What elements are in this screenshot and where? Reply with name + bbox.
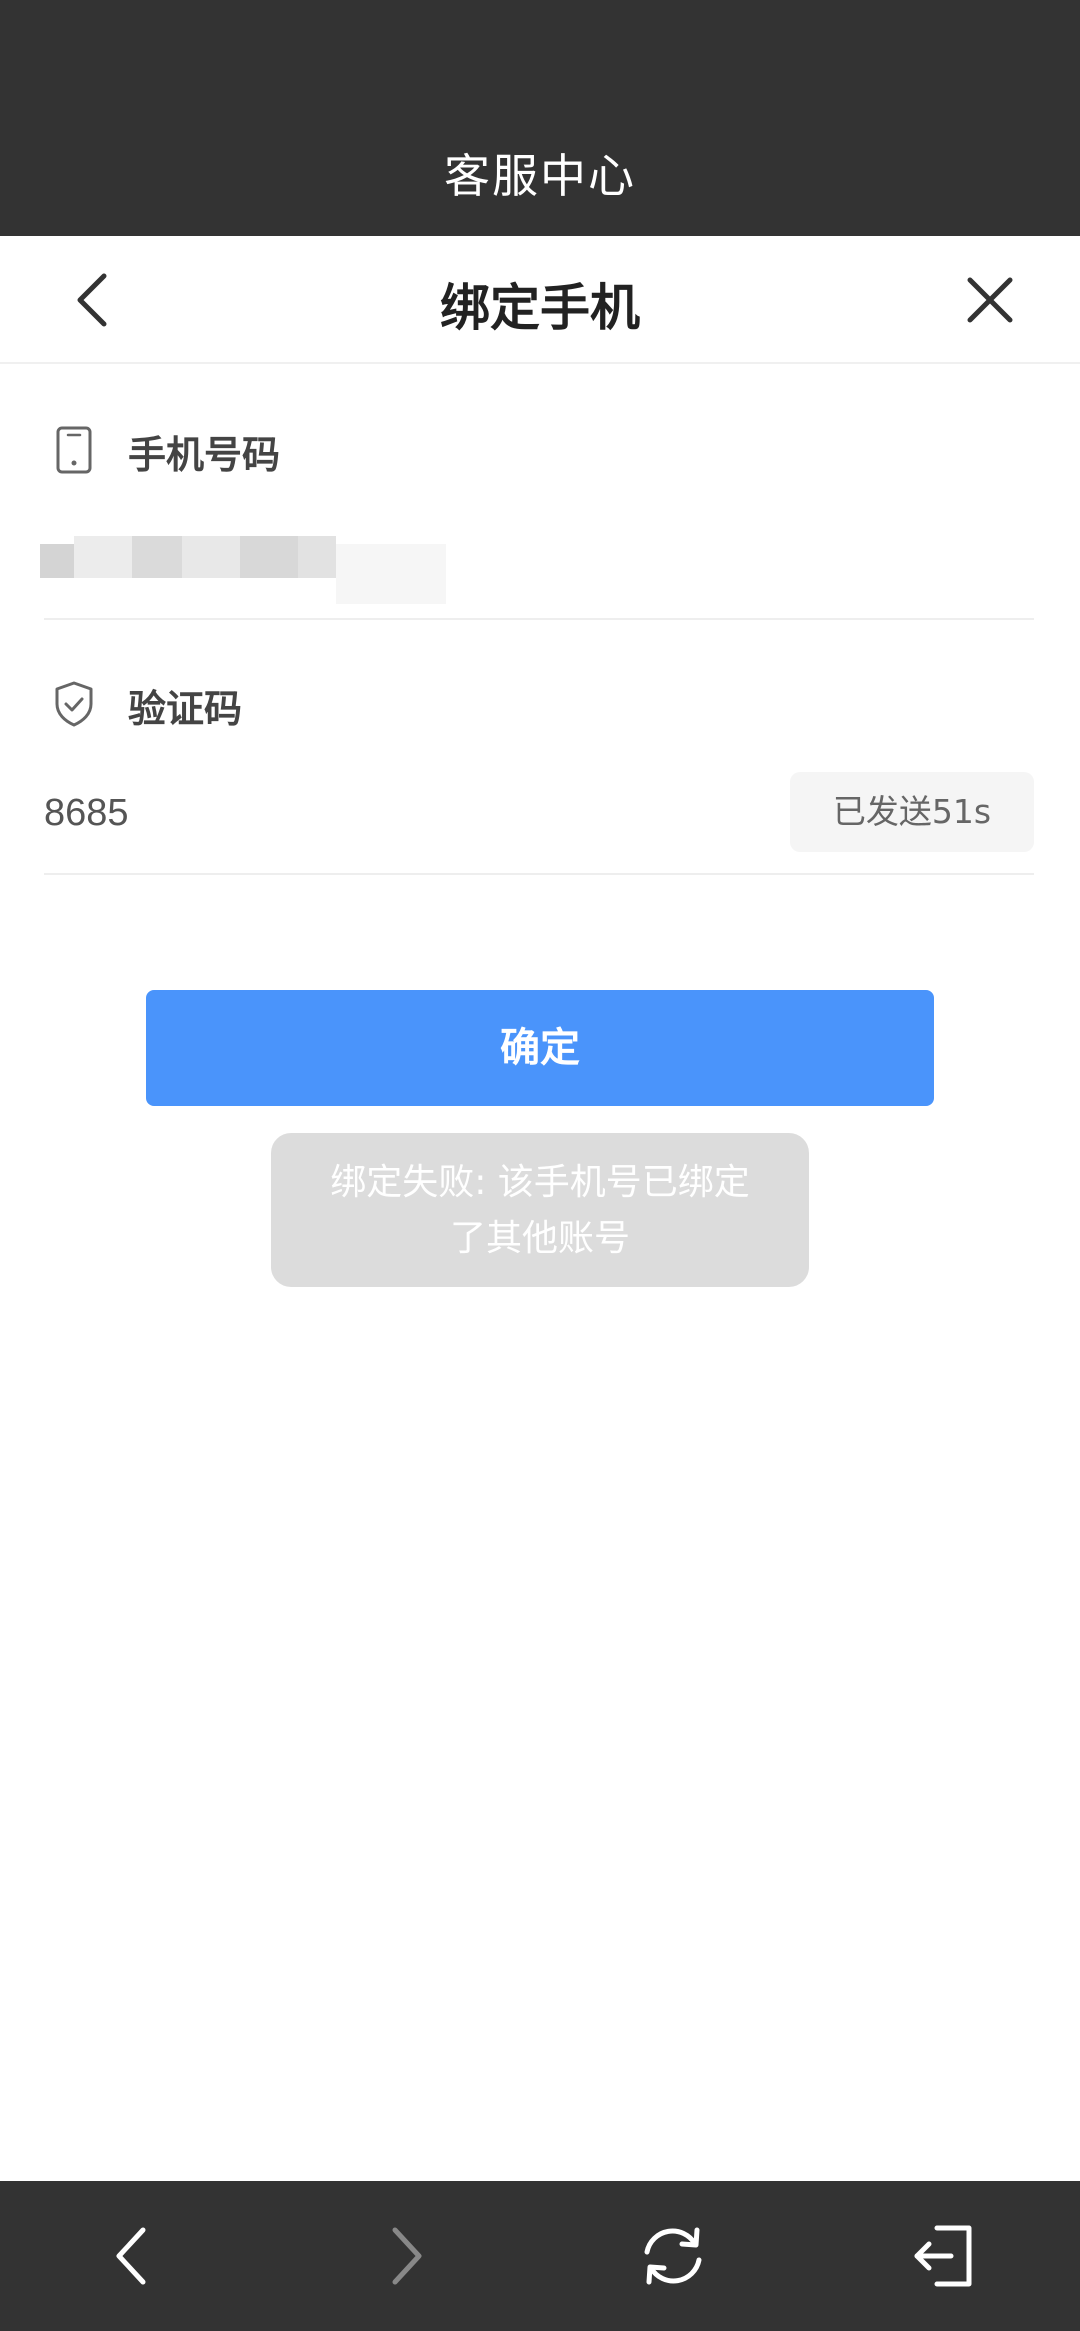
phone-number-field[interactable]: [40, 530, 460, 620]
nav-header: 绑定手机: [0, 236, 1080, 364]
code-divider: [44, 873, 1034, 875]
shield-check-icon: [55, 681, 93, 727]
page-title: 绑定手机: [440, 279, 640, 337]
phone-icon: [56, 426, 92, 474]
exit-icon: [914, 2225, 972, 2287]
bottom-toolbar: [0, 2181, 1080, 2331]
phone-label: 手机号码: [128, 433, 281, 477]
verification-code-input[interactable]: [44, 785, 744, 841]
app-title: 客服中心: [444, 149, 636, 203]
chevron-right-icon: [392, 2227, 422, 2285]
refresh-button[interactable]: [633, 2216, 713, 2296]
toast-line-2: 了其他账号: [449, 1218, 630, 1259]
error-toast: 绑定失败: 该手机号已绑定 了其他账号: [271, 1133, 809, 1287]
phone-divider: [44, 618, 1034, 620]
toast-line-1: 绑定失败: 该手机号已绑定: [330, 1162, 750, 1203]
browser-back-button[interactable]: [95, 2216, 175, 2296]
close-icon: [967, 277, 1013, 323]
code-label: 验证码: [128, 687, 243, 731]
close-button[interactable]: [960, 268, 1020, 332]
chevron-left-icon: [116, 2227, 146, 2285]
confirm-button[interactable]: 确定: [146, 990, 934, 1106]
resend-code-button[interactable]: 已发送51s: [790, 772, 1034, 852]
refresh-icon: [644, 2227, 702, 2285]
exit-button[interactable]: [905, 2216, 985, 2296]
top-bar: 客服中心: [0, 0, 1080, 236]
browser-forward-button[interactable]: [363, 2216, 443, 2296]
